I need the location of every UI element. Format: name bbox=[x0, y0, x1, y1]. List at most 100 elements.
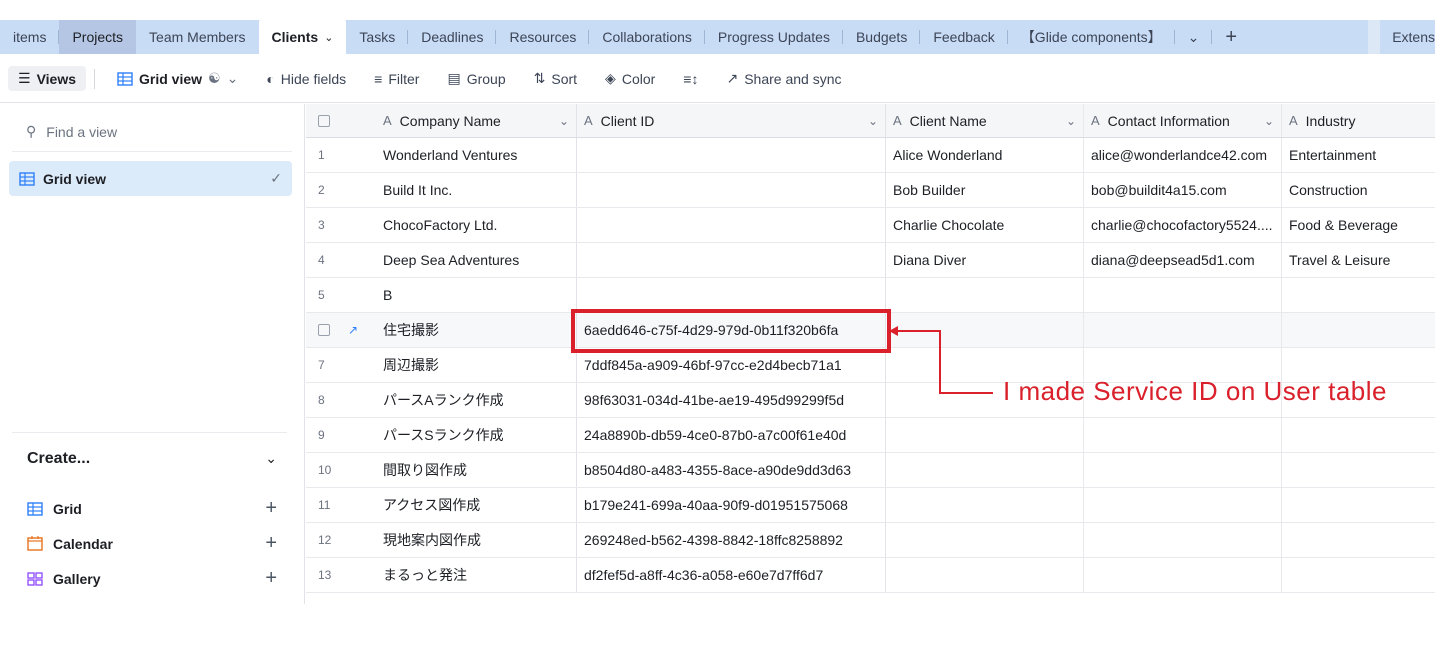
company-name-cell[interactable]: 住宅撮影 bbox=[376, 313, 576, 347]
row-number-cell[interactable]: 7 bbox=[306, 348, 376, 382]
client-id-cell[interactable] bbox=[576, 173, 886, 207]
contact-information-cell[interactable] bbox=[1084, 488, 1282, 522]
plus-icon[interactable]: + bbox=[265, 497, 277, 520]
table-row[interactable]: 13 まるっと発注 df2fef5d-a8ff-4c36-a058-e60e7d7f… bbox=[306, 558, 1435, 593]
color-button[interactable]: ◈ Color bbox=[591, 70, 669, 87]
company-name-cell[interactable]: 現地案内図作成 bbox=[376, 523, 576, 557]
table-row[interactable]: 3 ChocoFactory Ltd. Charlie Chocolate charl… bbox=[306, 208, 1435, 243]
select-all-cell[interactable] bbox=[306, 104, 376, 137]
row-number-cell[interactable]: 9 bbox=[306, 418, 376, 452]
column-header-industry[interactable]: A Industry bbox=[1282, 104, 1435, 137]
contact-information-cell[interactable]: alice@wonderlandce42.com bbox=[1084, 138, 1282, 172]
grid-view-switcher[interactable]: Grid view ☯ ⌄ bbox=[103, 70, 252, 87]
tab-collaborations[interactable]: Collaborations bbox=[589, 20, 705, 54]
industry-cell[interactable] bbox=[1282, 278, 1435, 312]
contact-information-cell[interactable]: charlie@chocofactory5524.... bbox=[1084, 208, 1282, 242]
contact-information-cell[interactable] bbox=[1084, 418, 1282, 452]
row-height-button[interactable]: ≡↕ bbox=[669, 71, 712, 87]
sidebar-item-grid-view[interactable]: Grid view ✓ bbox=[9, 161, 292, 196]
tab-deadlines[interactable]: Deadlines bbox=[408, 20, 497, 54]
client-name-cell[interactable] bbox=[886, 418, 1084, 452]
client-id-cell[interactable] bbox=[576, 208, 886, 242]
column-header-company-name[interactable]: A Company Name ⌄ bbox=[376, 104, 576, 137]
add-table-plus-icon[interactable]: + bbox=[1212, 20, 1250, 54]
industry-cell[interactable]: Entertainment bbox=[1282, 138, 1435, 172]
filter-button[interactable]: ≡ Filter bbox=[360, 71, 433, 87]
client-id-cell[interactable]: 98f63031-034d-41be-ae19-495d99299f5d bbox=[576, 383, 886, 417]
tab-projects[interactable]: Projects bbox=[59, 20, 137, 54]
find-view-search[interactable]: ⚲ Find a view bbox=[12, 112, 292, 152]
row-number-cell[interactable]: 8 bbox=[306, 383, 376, 417]
share-sync-button[interactable]: ↗ Share and sync bbox=[712, 70, 855, 87]
client-name-cell[interactable] bbox=[886, 453, 1084, 487]
plus-icon[interactable]: + bbox=[265, 532, 277, 555]
industry-cell[interactable] bbox=[1282, 488, 1435, 522]
contact-information-cell[interactable] bbox=[1084, 278, 1282, 312]
client-name-cell[interactable] bbox=[886, 278, 1084, 312]
row-number-cell[interactable]: 10 bbox=[306, 453, 376, 487]
table-row[interactable]: 11 アクセス図作成 b179e241-699a-40aa-90f9-d019515… bbox=[306, 488, 1435, 523]
contact-information-cell[interactable] bbox=[1084, 558, 1282, 592]
table-row[interactable]: 1 Wonderland Ventures Alice Wonderland alic… bbox=[306, 138, 1435, 173]
row-number-cell[interactable]: 3 bbox=[306, 208, 376, 242]
table-row[interactable]: 4 Deep Sea Adventures Diana Diver diana@dee… bbox=[306, 243, 1435, 278]
company-name-cell[interactable]: 間取り図作成 bbox=[376, 453, 576, 487]
client-name-cell[interactable] bbox=[886, 523, 1084, 557]
company-name-cell[interactable]: アクセス図作成 bbox=[376, 488, 576, 522]
tab-glide-components[interactable]: 【Glide components】 bbox=[1008, 20, 1175, 54]
company-name-cell[interactable]: ChocoFactory Ltd. bbox=[376, 208, 576, 242]
select-all-checkbox[interactable] bbox=[318, 114, 330, 127]
contact-information-cell[interactable]: diana@deepsead5d1.com bbox=[1084, 243, 1282, 277]
industry-cell[interactable] bbox=[1282, 558, 1435, 592]
client-name-cell[interactable] bbox=[886, 558, 1084, 592]
column-header-contact-information[interactable]: A Contact Information ⌄ bbox=[1084, 104, 1282, 137]
chevron-down-icon[interactable]: ⌄ bbox=[1066, 114, 1076, 128]
tab-clients[interactable]: Clients ⌄ bbox=[258, 19, 347, 55]
client-id-cell[interactable] bbox=[576, 243, 886, 277]
industry-cell[interactable]: Construction bbox=[1282, 173, 1435, 207]
expand-record-icon[interactable]: ↗ bbox=[348, 323, 358, 337]
industry-cell[interactable] bbox=[1282, 418, 1435, 452]
table-row[interactable]: 12 現地案内図作成 269248ed-b562-4398-8842-18ffc82… bbox=[306, 523, 1435, 558]
company-name-cell[interactable]: まるっと発注 bbox=[376, 558, 576, 592]
chevron-down-icon[interactable]: ⌄ bbox=[868, 114, 878, 128]
tab-feedback[interactable]: Feedback bbox=[920, 20, 1009, 54]
create-section-header[interactable]: Create... ⌄ bbox=[27, 450, 277, 468]
tab-progress-updates[interactable]: Progress Updates bbox=[705, 20, 844, 54]
client-id-cell[interactable]: 269248ed-b562-4398-8842-18ffc8258892 bbox=[576, 523, 886, 557]
row-number-cell[interactable]: 13 bbox=[306, 558, 376, 592]
row-number-cell[interactable]: 4 bbox=[306, 243, 376, 277]
tab-team-members[interactable]: Team Members bbox=[136, 20, 258, 54]
column-header-client-name[interactable]: A Client Name ⌄ bbox=[886, 104, 1084, 137]
client-name-cell[interactable] bbox=[886, 488, 1084, 522]
chevron-down-icon[interactable]: ⌄ bbox=[1264, 114, 1274, 128]
company-name-cell[interactable]: パースAランク作成 bbox=[376, 383, 576, 417]
tab-budgets[interactable]: Budgets bbox=[843, 20, 921, 54]
company-name-cell[interactable]: パースSランク作成 bbox=[376, 418, 576, 452]
company-name-cell[interactable]: 周辺撮影 bbox=[376, 348, 576, 382]
client-id-cell[interactable]: 7ddf845a-a909-46bf-97cc-e2d4becb71a1 bbox=[576, 348, 886, 382]
client-id-cell[interactable]: b8504d80-a483-4355-8ace-a90de9dd3d63 bbox=[576, 453, 886, 487]
create-calendar-item[interactable]: Calendar + bbox=[27, 532, 277, 555]
sort-button[interactable]: ⇅ Sort bbox=[520, 70, 591, 87]
company-name-cell[interactable]: B bbox=[376, 278, 576, 312]
client-name-cell[interactable]: Diana Diver bbox=[886, 243, 1084, 277]
create-gallery-item[interactable]: Gallery + bbox=[27, 567, 277, 590]
industry-cell[interactable]: Travel & Leisure bbox=[1282, 243, 1435, 277]
table-row[interactable]: 2 Build It Inc. Bob Builder bob@buildit4a15… bbox=[306, 173, 1435, 208]
client-id-cell[interactable]: df2fef5d-a8ff-4c36-a058-e60e7d7ff6d7 bbox=[576, 558, 886, 592]
row-number-cell[interactable]: 1 bbox=[306, 138, 376, 172]
industry-cell[interactable] bbox=[1282, 453, 1435, 487]
chevron-down-icon[interactable]: ⌄ bbox=[559, 114, 569, 128]
contact-information-cell[interactable] bbox=[1084, 453, 1282, 487]
table-row[interactable]: 10 間取り図作成 b8504d80-a483-4355-8ace-a90de9dd… bbox=[306, 453, 1435, 488]
tab-tasks[interactable]: Tasks bbox=[346, 20, 409, 54]
more-tables-chevron-icon[interactable]: ⌄ bbox=[1175, 20, 1213, 54]
client-id-cell[interactable] bbox=[576, 278, 886, 312]
tab-items[interactable]: items bbox=[0, 20, 60, 54]
company-name-cell[interactable]: Deep Sea Adventures bbox=[376, 243, 576, 277]
row-checkbox[interactable] bbox=[318, 324, 330, 336]
column-header-client-id[interactable]: A Client ID ⌄ bbox=[576, 104, 886, 137]
chevron-down-icon[interactable]: ⌄ bbox=[324, 31, 333, 44]
client-name-cell[interactable]: Alice Wonderland bbox=[886, 138, 1084, 172]
